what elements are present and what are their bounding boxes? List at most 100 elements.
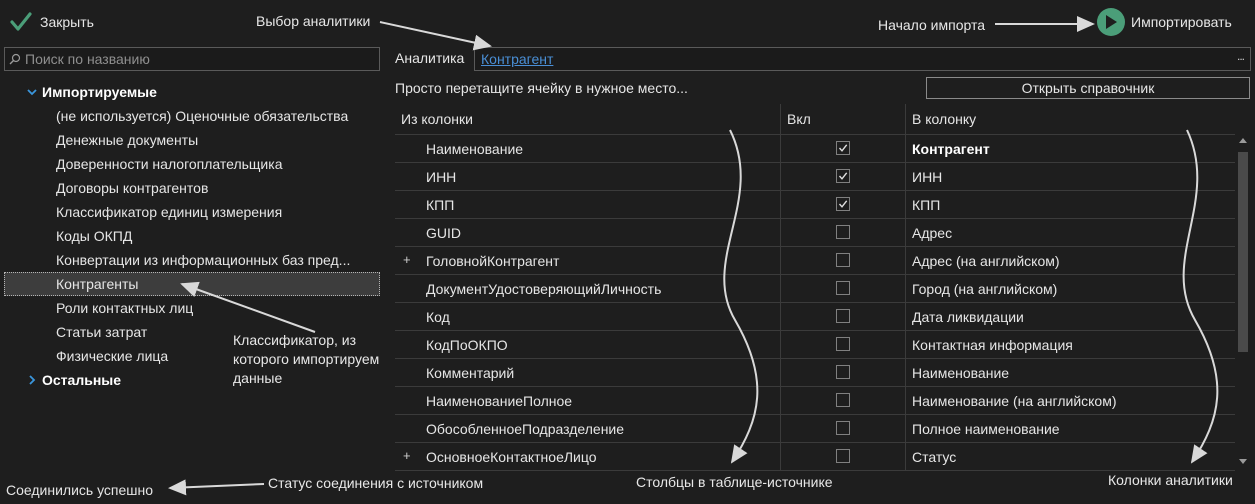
table-row[interactable]: Наименование Контрагент (395, 135, 1235, 163)
target-column-cell[interactable]: ИНН (912, 169, 942, 185)
header-include[interactable]: Вкл (787, 104, 811, 134)
search-input[interactable] (25, 51, 365, 67)
annotation-connection-status: Статус соединения с источником (268, 475, 484, 491)
play-icon (1097, 8, 1125, 36)
tree-item[interactable]: Роли контактных лиц (56, 296, 193, 320)
source-column-cell[interactable]: ИНН (426, 169, 456, 185)
search-icon (5, 53, 25, 65)
table-row[interactable]: КодПоОКПО Контактная информация (395, 331, 1235, 359)
source-column-cell[interactable]: Комментарий (426, 365, 514, 381)
source-column-cell[interactable]: КодПоОКПО (426, 337, 508, 353)
table-row[interactable]: КПП КПП (395, 191, 1235, 219)
table-row[interactable]: ИНН ИНН (395, 163, 1235, 191)
target-column-cell[interactable]: Контрагент (912, 141, 990, 157)
source-column-cell[interactable]: GUID (426, 225, 461, 241)
source-column-cell[interactable]: ДокументУдостоверяющийЛичность (426, 281, 661, 297)
expand-icon[interactable]: + (403, 252, 411, 267)
source-column-cell[interactable]: Код (426, 309, 450, 325)
table-row[interactable]: GUID Адрес (395, 219, 1235, 247)
status-bar (0, 472, 1255, 504)
target-column-cell[interactable]: Дата ликвидации (912, 309, 1024, 325)
search-box[interactable] (4, 47, 380, 71)
tree-group-other[interactable]: Остальные (26, 368, 121, 392)
open-reference-button[interactable]: Открыть справочник (926, 77, 1250, 99)
header-target[interactable]: В колонку (912, 104, 976, 134)
annotation-classifier-line2: которого импортируем (233, 351, 380, 367)
table-row[interactable]: + ОсновноеКонтактноеЛицо Статус (395, 443, 1235, 471)
tree-item[interactable]: Физические лица (56, 344, 168, 368)
chevron-right-icon (26, 375, 38, 385)
target-column-cell[interactable]: Адрес (912, 225, 952, 241)
table-row[interactable]: ДокументУдостоверяющийЛичность Город (на … (395, 275, 1235, 303)
include-checkbox[interactable] (836, 169, 850, 183)
include-checkbox[interactable] (836, 365, 850, 379)
include-checkbox[interactable] (836, 309, 850, 323)
target-column-cell[interactable]: Полное наименование (912, 421, 1060, 437)
include-checkbox[interactable] (836, 253, 850, 267)
target-column-cell[interactable]: Наименование (на английском) (912, 393, 1117, 409)
annotation-analytics-columns: Колонки аналитики (1108, 472, 1233, 488)
tree-item[interactable]: Доверенности налогоплательщика (56, 152, 282, 176)
include-checkbox[interactable] (836, 337, 850, 351)
tree-group-label: Импортируемые (42, 84, 157, 100)
source-column-cell[interactable]: ГоловнойКонтрагент (426, 253, 559, 269)
scrollbar-thumb[interactable] (1238, 152, 1248, 352)
row-divider (395, 470, 1235, 471)
table-row[interactable]: Код Дата ликвидации (395, 303, 1235, 331)
source-column-cell[interactable]: ОбособленноеПодразделение (426, 421, 624, 437)
target-column-cell[interactable]: Адрес (на английском) (912, 253, 1060, 269)
expand-icon[interactable]: + (403, 448, 411, 463)
chevron-down-icon (26, 88, 38, 96)
target-column-cell[interactable]: КПП (912, 197, 940, 213)
include-checkbox[interactable] (836, 421, 850, 435)
source-column-cell[interactable]: КПП (426, 197, 454, 213)
source-column-cell[interactable]: Наименование (426, 141, 523, 157)
tree-item[interactable]: Классификатор единиц измерения (56, 200, 282, 224)
tree-item[interactable]: Статьи затрат (56, 320, 147, 344)
header-source[interactable]: Из колонки (401, 104, 473, 134)
tree-item[interactable]: Денежные документы (56, 128, 198, 152)
status-text: Соединились успешно (6, 482, 154, 498)
target-column-cell[interactable]: Статус (912, 449, 956, 465)
tree-group-imported[interactable]: Импортируемые (26, 80, 157, 104)
include-checkbox[interactable] (836, 281, 850, 295)
tree-item[interactable]: Конвертации из информационных баз пред..… (56, 248, 350, 272)
arrow-analytics-choice (379, 21, 492, 51)
close-label: Закрыть (40, 14, 94, 30)
target-column-cell[interactable]: Контактная информация (912, 337, 1073, 353)
include-checkbox[interactable] (836, 197, 850, 211)
include-checkbox[interactable] (836, 141, 850, 155)
tree-group-label: Остальные (42, 372, 122, 388)
scroll-down-icon[interactable] (1239, 459, 1247, 464)
table-row[interactable]: ОбособленноеПодразделение Полное наименов… (395, 415, 1235, 443)
tree-item[interactable]: Договоры контрагентов (56, 176, 208, 200)
analytics-field[interactable]: Контрагент ... (474, 47, 1251, 71)
open-reference-label: Открыть справочник (1021, 80, 1155, 96)
table-row[interactable]: НаименованиеПолное Наименование (на англи… (395, 387, 1235, 415)
tree-item[interactable]: (не используется) Оценочные обязательств… (56, 104, 348, 128)
analytics-link[interactable]: Контрагент (481, 51, 553, 67)
table-row[interactable]: + ГоловнойКонтрагент Адрес (на английском) (395, 247, 1235, 275)
checkmark-icon (10, 12, 32, 31)
close-button[interactable]: Закрыть (10, 8, 94, 36)
scroll-up-icon[interactable] (1239, 138, 1247, 143)
include-checkbox[interactable] (836, 225, 850, 239)
target-column-cell[interactable]: Наименование (912, 365, 1009, 381)
import-button[interactable]: Импортировать (1097, 8, 1232, 36)
table-row[interactable]: Комментарий Наименование (395, 359, 1235, 387)
include-checkbox[interactable] (836, 449, 850, 463)
more-icon[interactable]: ... (1237, 49, 1245, 63)
annotation-import-start: Начало импорта (878, 17, 986, 33)
annotation-classifier-line1: Классификатор, из (233, 332, 357, 348)
annotation-classifier-line3: данные (233, 370, 283, 386)
mapping-table: Из колонки Вкл В колонку Наименование Кон… (395, 104, 1235, 471)
include-checkbox[interactable] (836, 393, 850, 407)
tree-item[interactable]: Коды ОКПД (56, 224, 132, 248)
source-column-cell[interactable]: НаименованиеПолное (426, 393, 572, 409)
hint-text: Просто перетащите ячейку в нужное место.… (395, 80, 688, 96)
tree-item-selected[interactable]: Контрагенты (4, 272, 380, 296)
annotation-source-columns: Столбцы в таблице-источнике (636, 474, 833, 490)
target-column-cell[interactable]: Город (на английском) (912, 281, 1057, 297)
vertical-scrollbar[interactable] (1236, 134, 1250, 468)
source-column-cell[interactable]: ОсновноеКонтактноеЛицо (426, 449, 597, 465)
